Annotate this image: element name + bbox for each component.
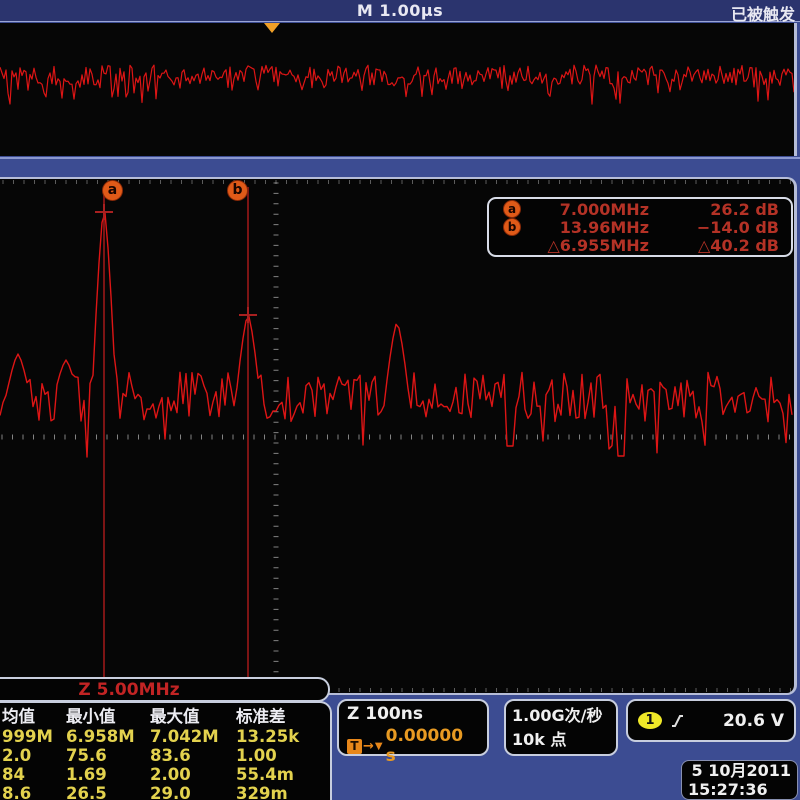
datetime-box: 5 10月2011 15:27:36	[681, 760, 798, 800]
measurement-value: 83.6	[150, 746, 236, 765]
measurement-header: 最大值	[150, 706, 236, 727]
cursor-a-row: a 7.000MHz 26.2 dB	[489, 200, 791, 218]
measurement-value: 999M	[2, 727, 66, 746]
top-status-bar: M 1.00μs 已被触发	[0, 0, 800, 22]
arrow-icon: →	[363, 739, 374, 754]
measurement-header: 均值	[2, 706, 66, 727]
measurement-value: 26.5	[66, 784, 150, 800]
measurement-value: 6.958M	[66, 727, 150, 746]
trigger-position-value: 0.00000 s	[386, 726, 479, 766]
measurement-value: 2.00	[150, 765, 236, 784]
trigger-delay-row: T → ▼ 0.00000 s	[347, 726, 479, 766]
time-domain-window	[0, 23, 797, 156]
sample-rate: 1.00G次/秒	[512, 704, 610, 728]
fft-scale-label: Z 5.00MHz	[0, 680, 328, 700]
measurement-value: 8.6	[2, 784, 66, 800]
cursor-b-badge[interactable]: b	[227, 180, 248, 201]
delta-frequency: △6.955MHz	[521, 236, 649, 255]
measurement-row: 2.075.683.61.00	[2, 746, 330, 765]
cursor-a-badge[interactable]: a	[102, 180, 123, 201]
time-domain-trace	[0, 23, 794, 156]
trigger-position-icon	[264, 23, 280, 33]
measurement-value: 75.6	[66, 746, 150, 765]
fft-scale-box: Z 5.00MHz	[0, 677, 330, 702]
measurement-header: 最小值	[66, 706, 150, 727]
marker-triangle-icon: ▼	[375, 741, 383, 752]
measurement-value: 1.00	[236, 746, 326, 765]
measurement-value: 329m	[236, 784, 326, 800]
oscilloscope-screen: M 1.00μs 已被触发 a b a 7.000MHz 26.2 dB b 1…	[0, 0, 800, 800]
measurement-value: 29.0	[150, 784, 236, 800]
trigger-status-box: 1 20.6 V	[626, 699, 796, 742]
horizontal-status-box: Z 100ns T → ▼ 0.00000 s	[337, 699, 489, 756]
channel-1-badge: 1	[638, 712, 662, 729]
cursor-a-level: 26.2 dB	[710, 200, 791, 219]
fft-spectrum-window: a b a 7.000MHz 26.2 dB b 13.96MHz −14.0 …	[0, 177, 797, 695]
measurement-value: 84	[2, 765, 66, 784]
cursor-readout-box: a 7.000MHz 26.2 dB b 13.96MHz −14.0 dB △…	[487, 197, 793, 257]
zoom-timebase: Z 100ns	[347, 704, 479, 724]
cursor-b-icon: b	[503, 218, 521, 236]
window-separator	[0, 157, 800, 159]
trigger-level: 20.6 V	[723, 711, 784, 731]
measurement-header: 标准差	[236, 706, 326, 727]
measurement-header-row: 均值最小值最大值标准差	[2, 706, 330, 727]
measurement-value: 13.25k	[236, 727, 326, 746]
measurement-row: 8.626.529.0329m	[2, 784, 330, 800]
trigger-t-icon: T	[347, 739, 362, 754]
cursor-b-frequency: 13.96MHz	[521, 218, 649, 237]
measurement-value: 1.69	[66, 765, 150, 784]
trigger-status: 已被触发	[731, 1, 795, 25]
cursor-delta-row: △6.955MHz △40.2 dB	[489, 236, 791, 254]
date-label: 5 10月2011	[688, 761, 791, 780]
measurement-table: 均值最小值最大值标准差999M6.958M7.042M13.25k2.075.6…	[0, 701, 332, 800]
measurement-row: 841.692.0055.4m	[2, 765, 330, 784]
measurement-value: 2.0	[2, 746, 66, 765]
cursor-a-icon: a	[503, 200, 521, 218]
timebase-readout: M 1.00μs	[0, 1, 800, 20]
cursor-b-level: −14.0 dB	[697, 218, 791, 237]
rising-edge-icon	[671, 713, 684, 729]
measurement-value: 55.4m	[236, 765, 326, 784]
measurement-row: 999M6.958M7.042M13.25k	[2, 727, 330, 746]
cursor-a-frequency: 7.000MHz	[521, 200, 649, 219]
cursor-b-row: b 13.96MHz −14.0 dB	[489, 218, 791, 236]
time-label: 15:27:36	[688, 780, 791, 799]
delta-level: △40.2 dB	[698, 236, 791, 255]
record-length: 10k 点	[512, 728, 610, 752]
measurement-value: 7.042M	[150, 727, 236, 746]
acquisition-status-box: 1.00G次/秒 10k 点	[504, 699, 618, 756]
